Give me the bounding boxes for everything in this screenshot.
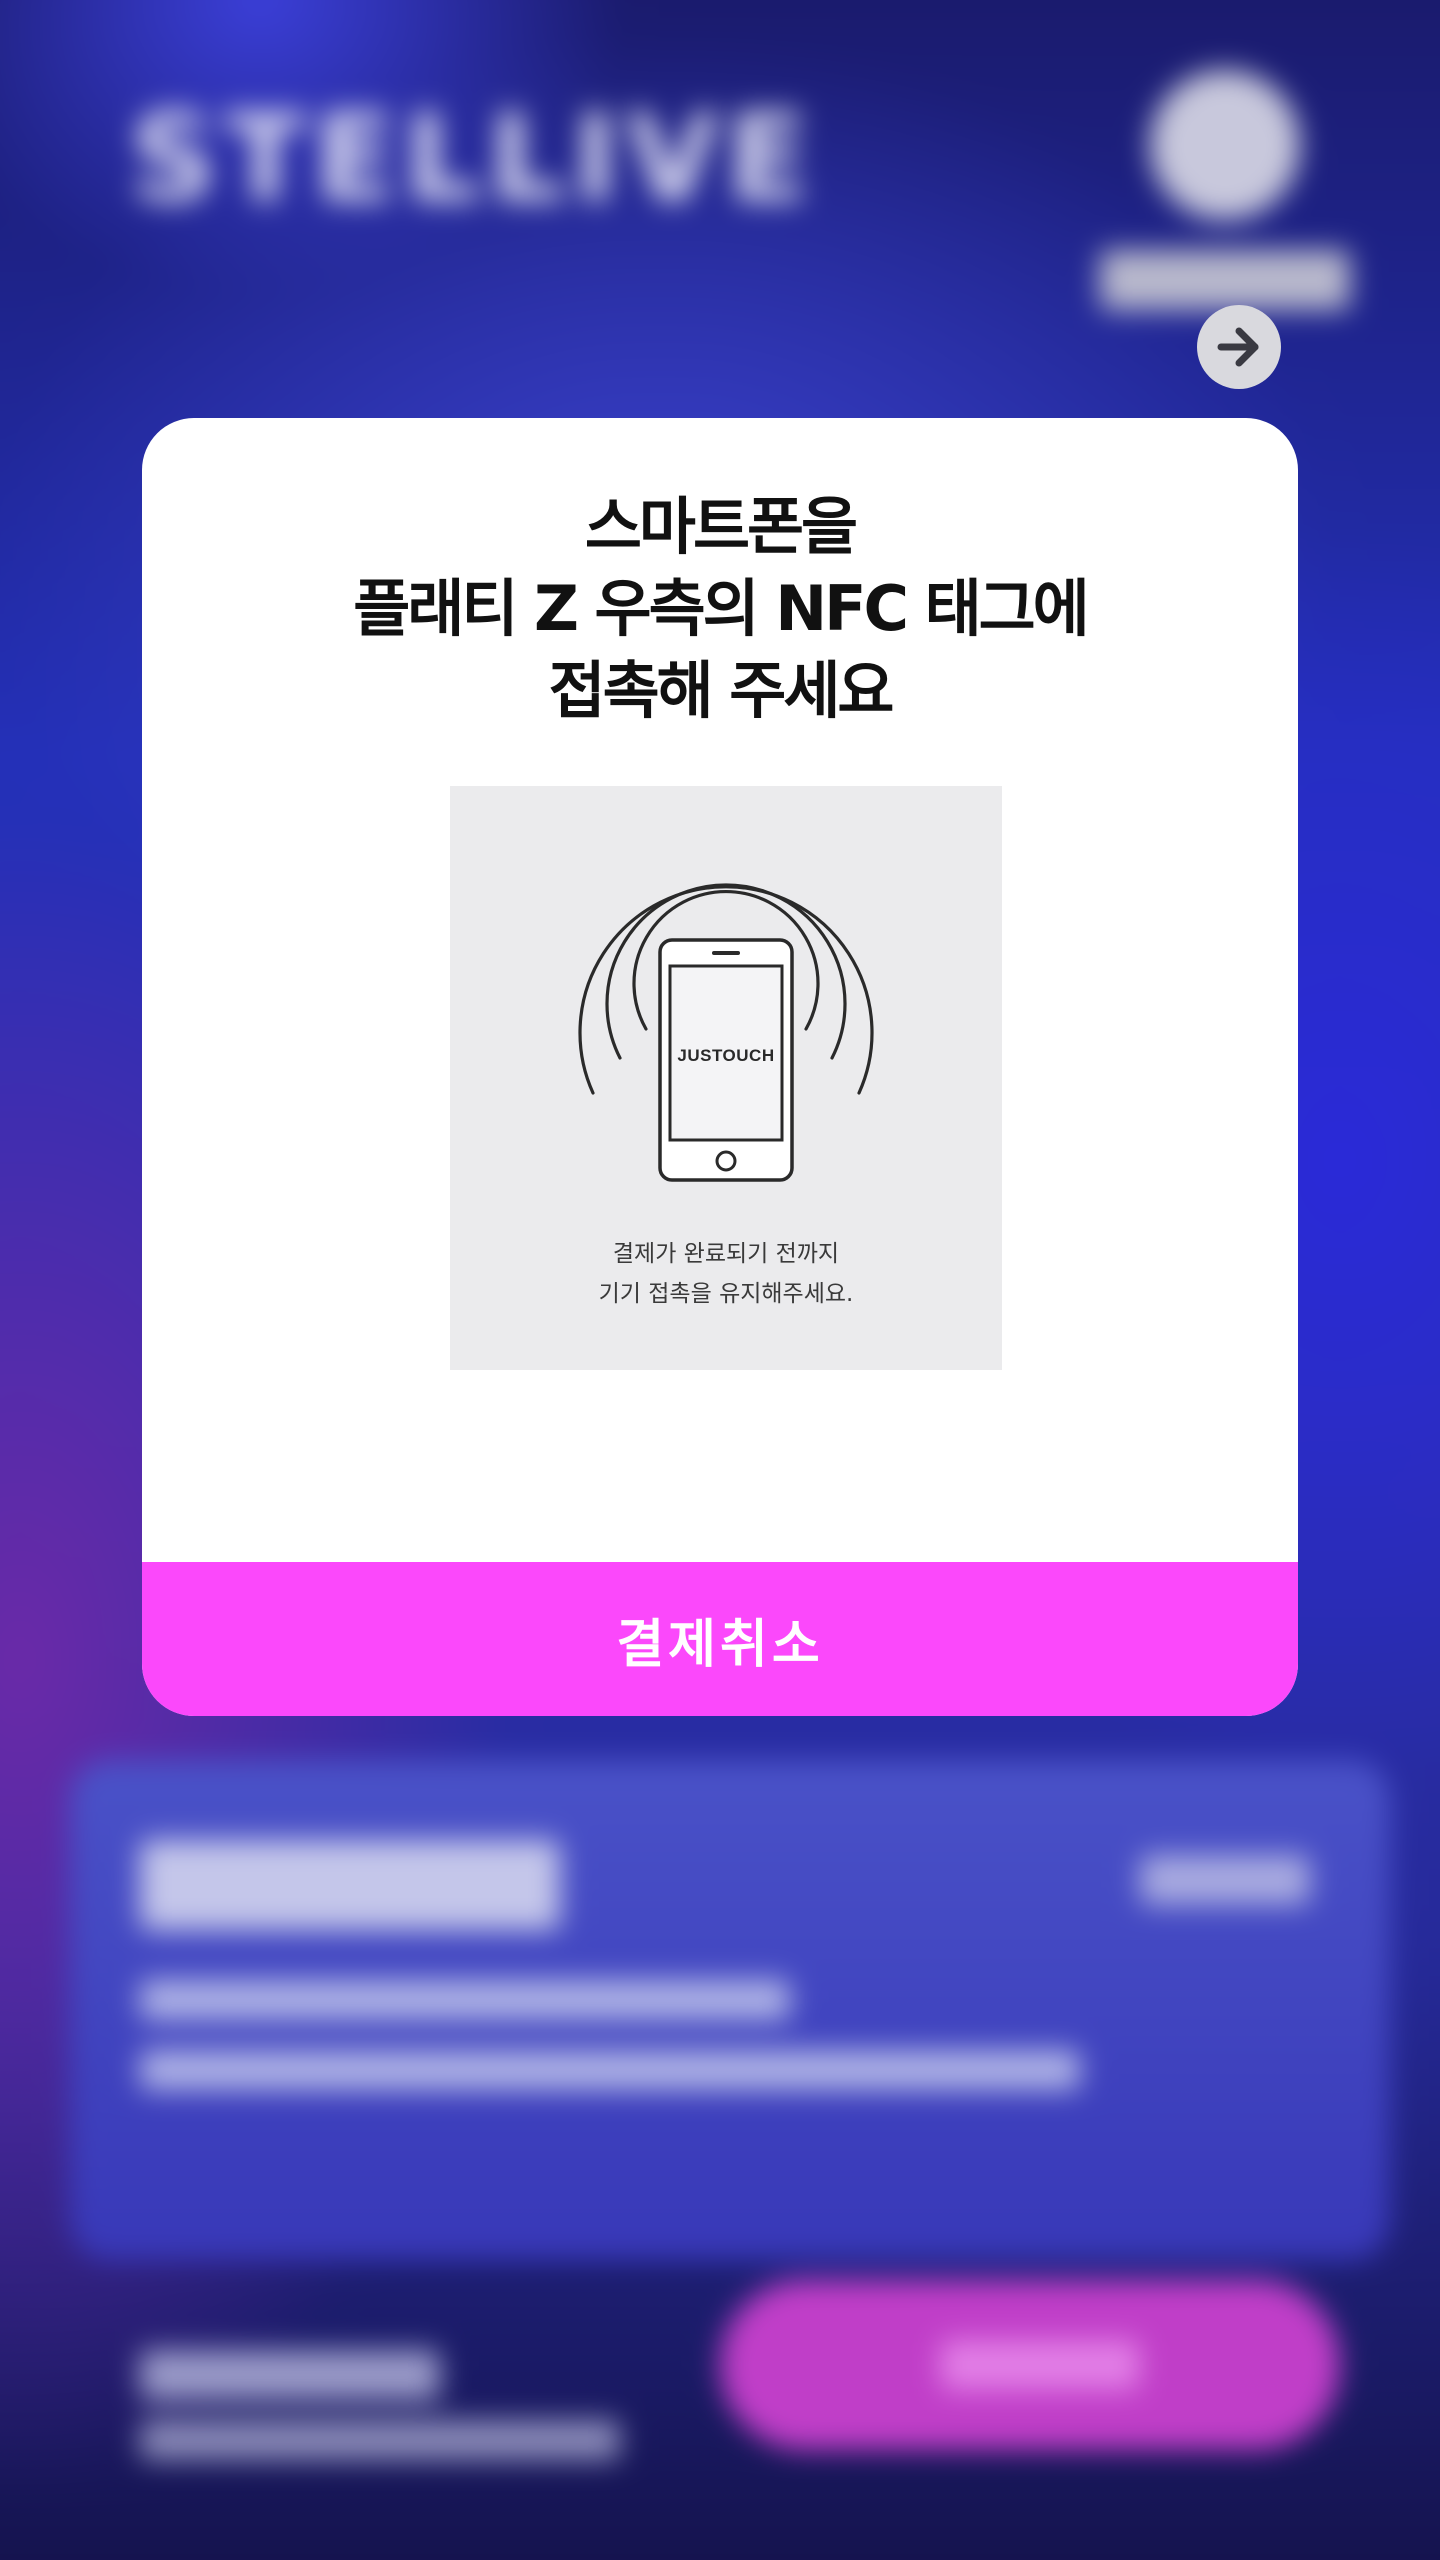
nfc-payment-modal: 스마트폰을 플래티 Z 우측의 NFC 태그에 접촉해 주세요 JUSTOUCH… — [142, 418, 1298, 1716]
arrow-button[interactable] — [1197, 305, 1281, 389]
background-card-tag — [1140, 1855, 1310, 1905]
background-avatar-label — [1100, 250, 1350, 310]
screen: STELLIVE 스마트폰을 플래티 Z 우측의 NFC 태그에 접촉해 주세요 — [0, 0, 1440, 2560]
nfc-caption: 결제가 완료되기 전까지 기기 접촉을 유지해주세요. — [450, 1234, 1002, 1314]
background-logo: STELLIVE — [130, 90, 817, 229]
modal-title: 스마트폰을 플래티 Z 우측의 NFC 태그에 접촉해 주세요 — [142, 486, 1298, 732]
phone-screen-text: JUSTOUCH — [677, 1046, 774, 1065]
nfc-illustration: JUSTOUCH 결제가 완료되기 전까지 기기 접촉을 유지해주세요. — [450, 786, 1002, 1370]
background-card-line — [140, 1980, 790, 2020]
background-card-title — [140, 1840, 560, 1930]
background-avatar — [1150, 70, 1300, 220]
modal-title-line: 플래티 Z 우측의 NFC 태그에 — [353, 572, 1089, 645]
modal-title-line: 스마트폰을 — [584, 490, 858, 563]
cancel-payment-button[interactable]: 결제취소 — [142, 1562, 1298, 1716]
arrow-right-icon — [1217, 327, 1259, 367]
background-card-line — [140, 2050, 1080, 2090]
nfc-caption-line: 결제가 완료되기 전까지 — [612, 1241, 840, 1267]
background-footer-text — [140, 2350, 440, 2400]
background-footer-text — [140, 2420, 620, 2460]
modal-title-line: 접촉해 주세요 — [548, 654, 895, 727]
nfc-caption-line: 기기 접촉을 유지해주세요. — [598, 1281, 854, 1307]
background-action-pill-label — [940, 2340, 1140, 2390]
